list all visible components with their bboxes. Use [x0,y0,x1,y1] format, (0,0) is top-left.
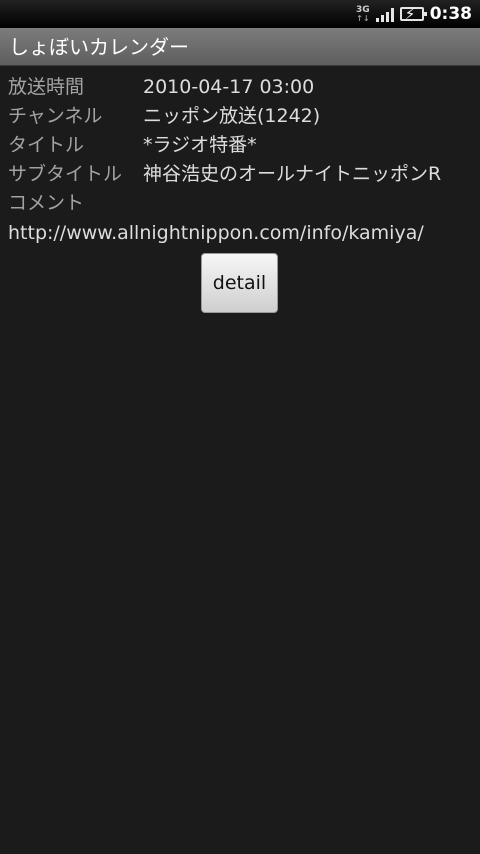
detail-label: タイトル [8,134,85,156]
detail-row-comment: コメント [0,189,480,218]
battery-charging-icon: ⚡ [399,5,427,23]
program-details: 放送時間 2010-04-17 03:00 チャンネル ニッポン放送(1242)… [0,66,480,248]
status-clock: 0:38 [429,4,472,24]
detail-label: サブタイトル [8,163,123,185]
status-bar: 3G ↑↓ ⚡ 0:38 [0,0,480,28]
title-bar: しょぼいカレンダー [0,28,480,66]
detail-value: 神谷浩史のオールナイトニッポンR [143,163,442,185]
detail-row-channel: チャンネル ニッポン放送(1242) [0,102,480,131]
signal-icon [375,6,394,22]
status-icons: 3G ↑↓ ⚡ 0:38 [356,0,472,28]
detail-label: チャンネル [8,105,103,127]
detail-row-broadcast-time: 放送時間 2010-04-17 03:00 [0,73,480,102]
detail-row-title: タイトル *ラジオ特番* [0,131,480,160]
detail-value: ニッポン放送(1242) [143,105,321,127]
detail-value: *ラジオ特番* [143,134,257,156]
detail-button[interactable]: detail [201,253,278,313]
comment-url: http://www.allnightnippon.com/info/kamiy… [8,222,424,244]
app-title: しょぼいカレンダー [9,35,189,59]
detail-label: 放送時間 [8,76,85,98]
detail-label: コメント [8,192,85,214]
detail-value: 2010-04-17 03:00 [143,76,315,98]
detail-row-subtitle: サブタイトル 神谷浩史のオールナイトニッポンR [0,160,480,189]
3g-icon: 3G ↑↓ [356,5,370,23]
network-activity-icon: ↑↓ [356,13,370,23]
